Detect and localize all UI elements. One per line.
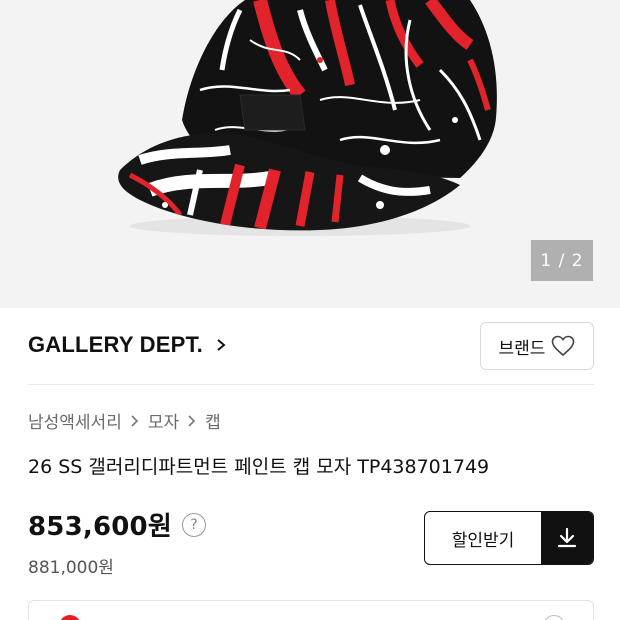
chevron-right-icon <box>217 339 226 351</box>
product-title: 26 SS 갤러리디파트먼트 페인트 캡 모자 TP438701749 <box>28 456 490 478</box>
brand-button-label: 브랜드 <box>498 338 546 359</box>
chevron-right-icon <box>188 414 196 427</box>
coupon-label: 할인받기 <box>451 530 515 551</box>
breadcrumb-item-category[interactable]: 남성액세서리 <box>28 408 122 433</box>
image-page-indicator: 1 / 2 <box>531 240 593 281</box>
question-icon[interactable]: ? <box>181 512 206 537</box>
info-icon[interactable] <box>543 615 565 620</box>
original-price: 881,000원 <box>28 558 114 578</box>
price-row: 853,600원 ? <box>28 506 206 543</box>
breadcrumb-item-current[interactable]: 캡 <box>205 408 221 433</box>
chevron-right-icon <box>131 414 138 427</box>
download-icon <box>557 527 577 548</box>
download-coupon-button[interactable] <box>541 512 593 564</box>
sale-price: 853,600원 <box>28 512 172 542</box>
heart-icon <box>552 335 575 357</box>
cap-image <box>118 0 497 236</box>
brand-link[interactable]: GALLERY DEPT. <box>28 332 227 358</box>
brand-name: GALLERY DEPT. <box>28 332 203 357</box>
brand-like-button[interactable]: 브랜드 <box>480 322 594 370</box>
breadcrumb-item-subcategory[interactable]: 모자 <box>148 408 179 433</box>
breadcrumb: 남성액세서리 모자 캡 <box>28 408 221 433</box>
benefit-card[interactable] <box>28 600 594 620</box>
brand-badge-icon <box>59 615 81 620</box>
product-image-gallery[interactable]: 1 / 2 <box>0 0 620 308</box>
coupon-button[interactable]: 할인받기 <box>424 511 594 565</box>
divider <box>28 384 594 385</box>
brand-row: GALLERY DEPT. 브랜드 <box>28 322 594 372</box>
